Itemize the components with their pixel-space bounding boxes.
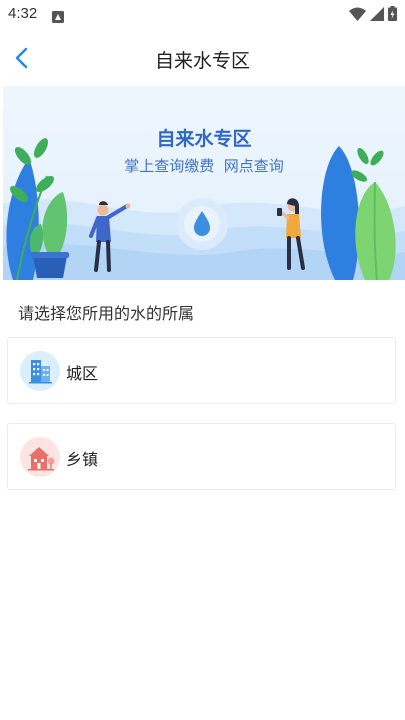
signal-icon	[370, 6, 384, 25]
status-time: 4:32	[8, 5, 38, 22]
option-card-town[interactable]: 乡镇	[7, 423, 396, 490]
banner-title: 自来水专区	[156, 128, 252, 150]
town-house-icon	[20, 437, 60, 477]
banner-illustration	[3, 138, 405, 280]
battery-icon	[388, 6, 397, 25]
city-building-icon	[20, 351, 60, 391]
option-card-urban[interactable]: 城区	[7, 337, 396, 404]
nav-bar: 自来水专区	[0, 28, 405, 88]
status-icons	[349, 6, 397, 25]
banner: 自来水专区 掌上查询缴费 网点查询	[3, 86, 405, 280]
status-bar: 4:32	[0, 0, 405, 28]
wifi-icon	[349, 6, 366, 25]
option-label-urban: 城区	[66, 364, 99, 383]
page-title: 自来水专区	[154, 50, 250, 72]
section-label: 请选择您所用的水的所属	[18, 304, 195, 323]
notification-icon	[52, 8, 64, 27]
banner-subtitle: 掌上查询缴费 网点查询	[124, 157, 284, 175]
option-label-town: 乡镇	[66, 450, 99, 469]
